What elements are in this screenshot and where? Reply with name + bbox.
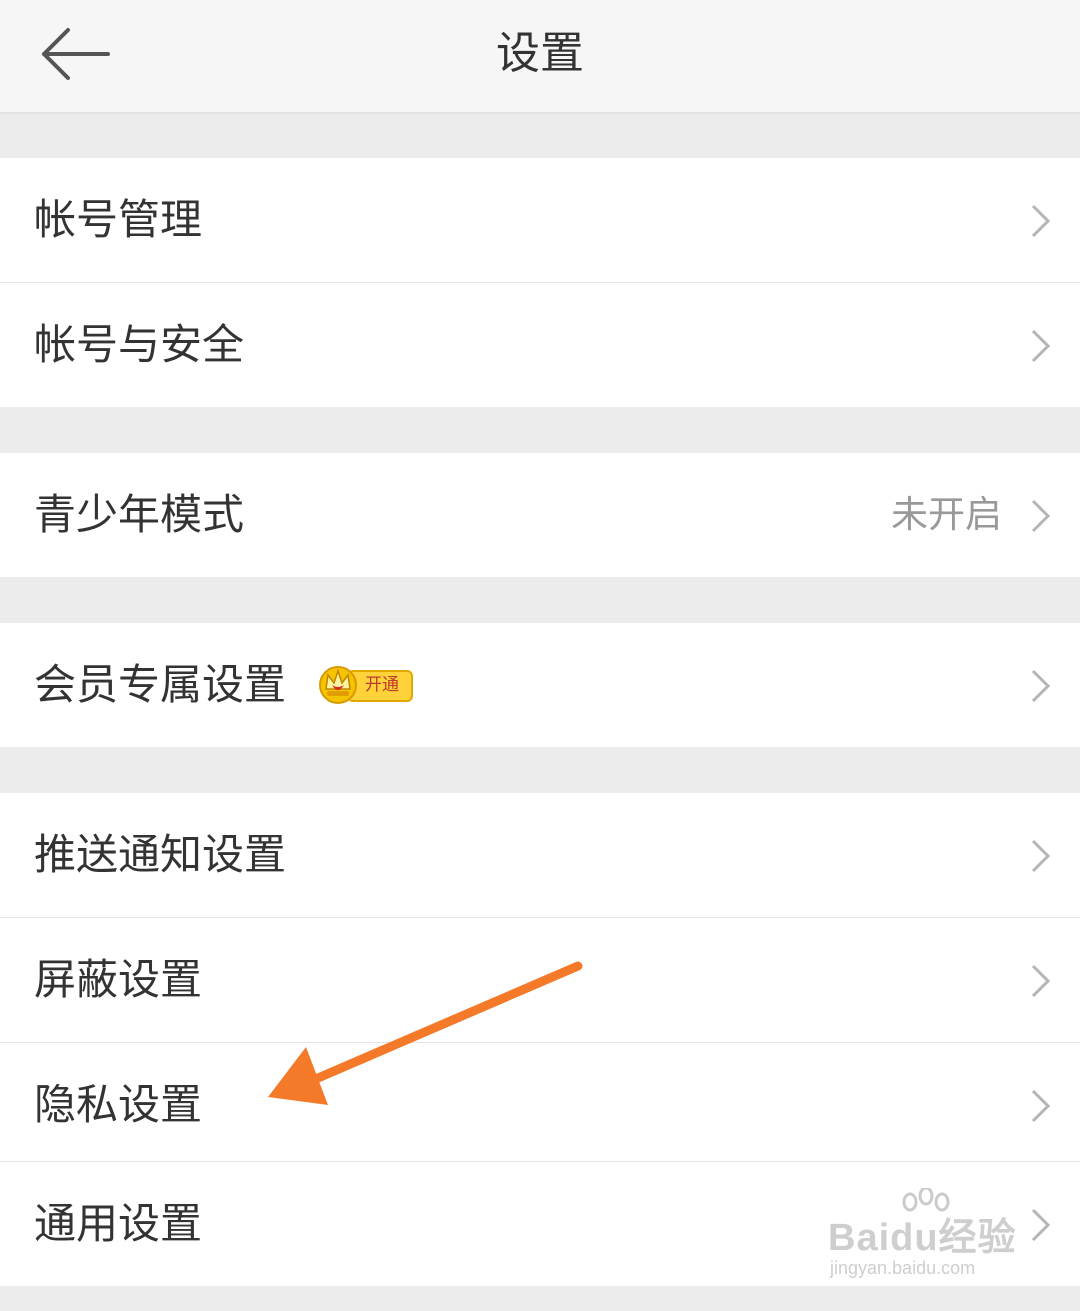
chevron-right-icon <box>1031 964 1051 998</box>
chevron-right-icon <box>1031 839 1051 873</box>
menu-item-label: 青少年模式 <box>34 490 245 539</box>
menu-item-vip-settings[interactable]: 会员专属设置 开通 <box>0 623 1080 747</box>
menu-item-label: 帐号管理 <box>34 195 203 244</box>
vip-open-badge-label: 开通 <box>365 675 399 695</box>
menu-item-label: 推送通知设置 <box>34 830 287 879</box>
chevron-right-icon <box>1031 669 1051 703</box>
menu-item-label: 屏蔽设置 <box>34 955 203 1004</box>
menu-item-account-management[interactable]: 帐号管理 <box>0 158 1080 282</box>
chevron-right-icon <box>1031 499 1051 533</box>
chevron-right-icon <box>1031 329 1051 363</box>
page-title: 设置 <box>496 28 584 79</box>
menu-item-block-settings[interactable]: 屏蔽设置 <box>0 918 1080 1042</box>
chevron-right-icon <box>1031 204 1051 238</box>
menu-item-push-notifications[interactable]: 推送通知设置 <box>0 793 1080 917</box>
top-bar: 设置 <box>0 0 1080 114</box>
teen-mode-status: 未开启 <box>891 493 1002 536</box>
menu-item-label: 帐号与安全 <box>34 320 245 369</box>
chevron-right-icon <box>1031 1089 1051 1123</box>
menu-item-privacy-settings[interactable]: 隐私设置 <box>0 1043 1080 1167</box>
watermark-url: jingyan.baidu.com <box>830 1258 976 1278</box>
menu-item-label: 会员专属设置 <box>34 660 287 709</box>
menu-item-label: 隐私设置 <box>34 1080 203 1129</box>
watermark-logo-text: Baidu经验 <box>828 1217 1017 1259</box>
baidu-jingyan-watermark: Baidu经验 jingyan.baidu.com <box>828 1188 1028 1288</box>
menu-item-label: 通用设置 <box>34 1199 203 1248</box>
chevron-right-icon <box>1031 1208 1051 1242</box>
menu-item-account-security[interactable]: 帐号与安全 <box>0 283 1080 407</box>
menu-item-teen-mode[interactable]: 青少年模式 未开启 <box>0 453 1080 577</box>
